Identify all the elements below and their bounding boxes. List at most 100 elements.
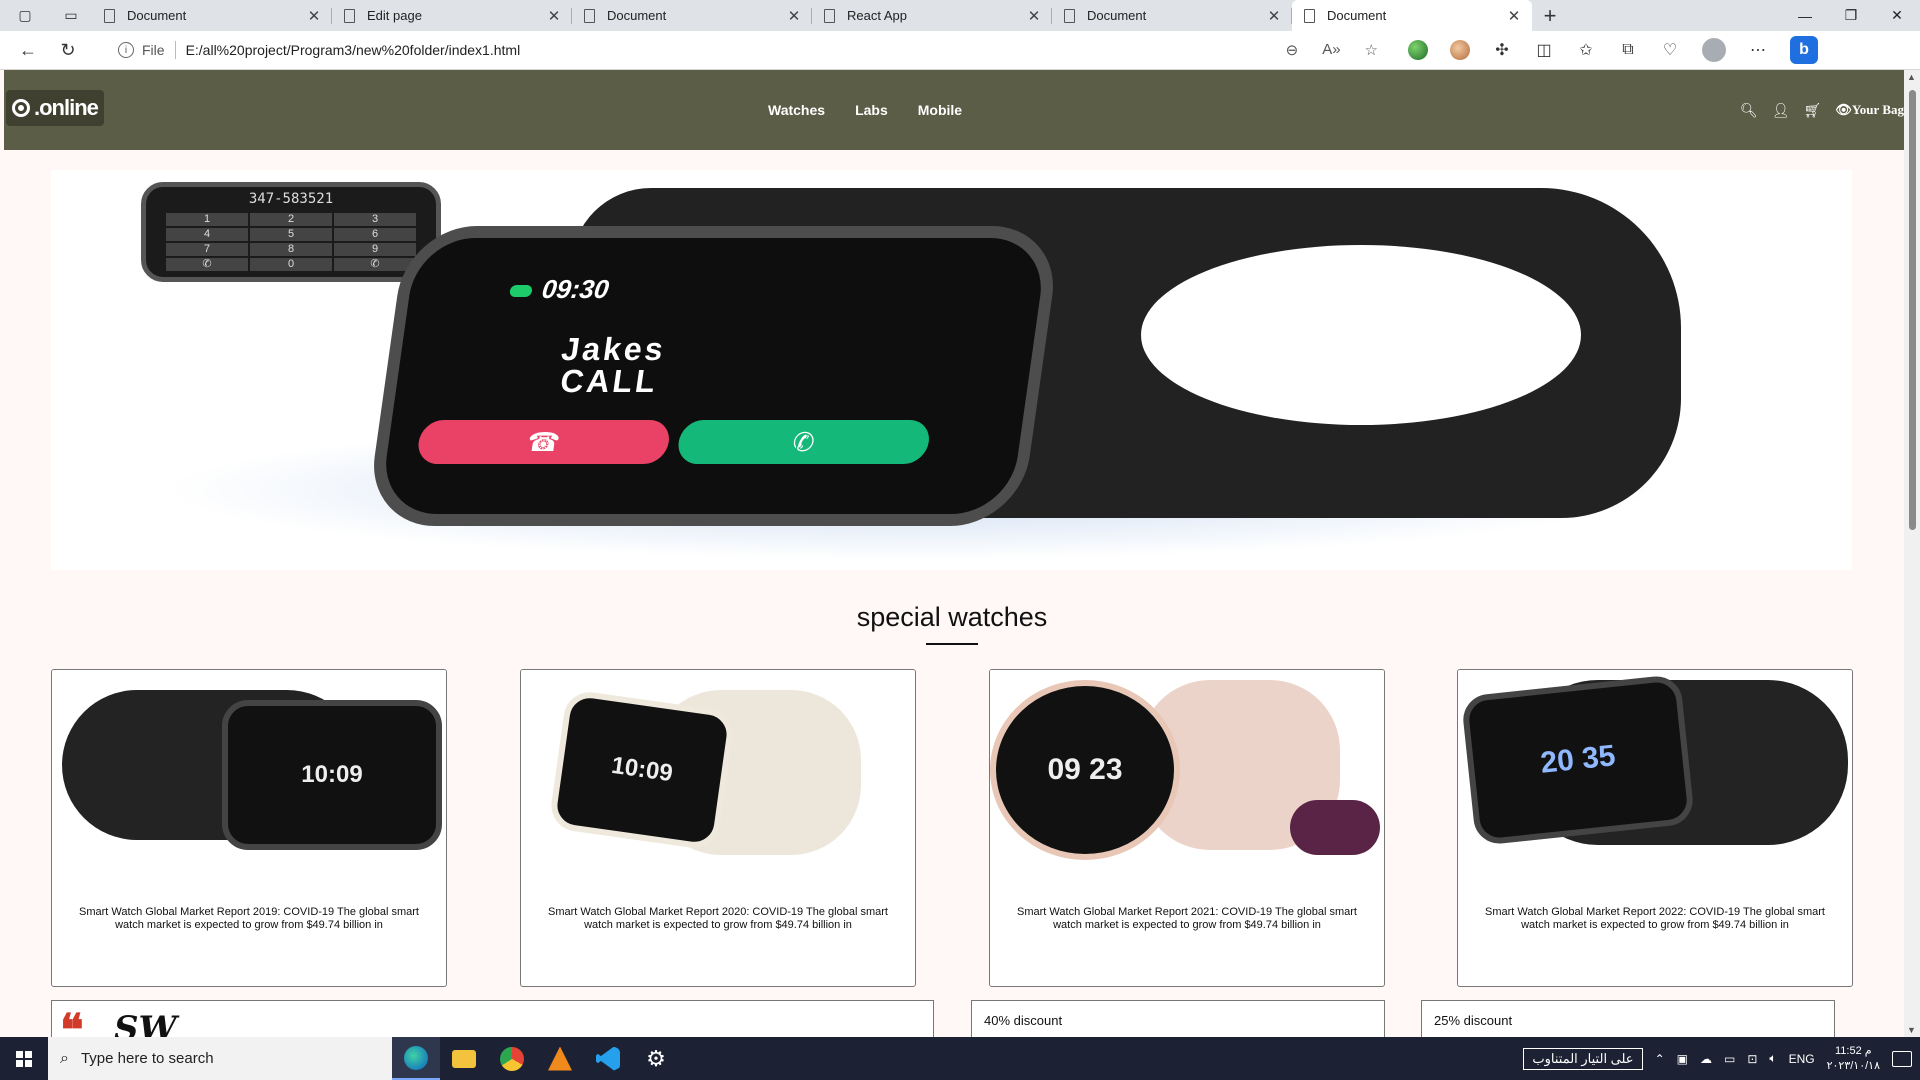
browser-tab[interactable]: React App ✕ [812, 0, 1052, 31]
tab-label: Document [607, 8, 667, 23]
watch-strap-loop [1141, 245, 1581, 425]
watch-case: 10:09 [548, 688, 736, 852]
edge-taskbar-icon[interactable] [392, 1037, 440, 1080]
discount-label: 25% discount [1434, 1013, 1513, 1028]
workspaces-icon[interactable]: ▢ [14, 5, 36, 27]
back-arrow-icon[interactable]: ← [8, 34, 48, 66]
dialed-number: 347-583521 [248, 191, 334, 207]
scrollbar-thumb[interactable] [1909, 90, 1916, 530]
window-controls: — ❐ ✕ [1782, 0, 1920, 31]
spare-strap [1290, 800, 1380, 855]
page-icon [1064, 8, 1075, 23]
search-icon: ⌕ [60, 1049, 69, 1067]
taskbar-search[interactable]: ⌕ Type here to search [48, 1037, 392, 1080]
restore-icon[interactable]: ❐ [1828, 0, 1874, 31]
cart-icon[interactable]: 🛒︎ [1804, 102, 1822, 119]
browser-essentials-icon[interactable]: ♡ [1660, 40, 1680, 60]
hero-banner: 347-583521 1 2 3 4 5 6 7 8 9 ✆ 0 ✆ 09:30… [51, 170, 1852, 570]
caller-block: Jakes CALL [555, 331, 669, 399]
product-description: Smart Watch Global Market Report 2020: C… [548, 906, 888, 931]
start-button[interactable] [0, 1037, 48, 1080]
browser-tab[interactable]: Document ✕ [92, 0, 332, 31]
onedrive-cloud-icon[interactable]: ☁ [1700, 1052, 1712, 1066]
close-tab-icon[interactable]: ✕ [306, 7, 322, 25]
more-menu-icon[interactable]: ⋯ [1748, 40, 1768, 60]
product-card[interactable]: 20 35 Smart Watch Global Market Report 2… [1457, 669, 1853, 987]
profile-avatar[interactable] [1702, 38, 1726, 62]
minimize-icon[interactable]: — [1782, 0, 1828, 31]
menu-link-labs[interactable]: Labs [855, 102, 888, 118]
close-tab-icon[interactable]: ✕ [546, 7, 562, 25]
user-icon[interactable]: 👤︎ [1772, 102, 1790, 119]
network-icon[interactable]: ⊡ [1747, 1052, 1757, 1066]
search-icon[interactable]: 🔍︎ [1740, 102, 1758, 119]
bing-copilot-icon[interactable]: b [1790, 36, 1818, 64]
product-card[interactable]: 10:09 Smart Watch Global Market Report 2… [51, 669, 447, 987]
close-window-icon[interactable]: ✕ [1874, 0, 1920, 31]
scroll-up-icon[interactable]: ▲ [1907, 72, 1916, 82]
browser-tab-strip: ▢ ▭ Document ✕ Edit page ✕ Document ✕ Re… [0, 0, 1920, 31]
browser-tab[interactable]: Document ✕ [572, 0, 812, 31]
dial-keypad: 1 2 3 4 5 6 7 8 9 ✆ 0 ✆ [166, 213, 416, 271]
product-card[interactable]: 09 23 Smart Watch Global Market Report 2… [989, 669, 1385, 987]
site-logo[interactable]: .online [6, 90, 104, 126]
menu-link-mobile[interactable]: Mobile [918, 102, 962, 118]
volume-icon[interactable]: 🔈︎ [1769, 1051, 1776, 1066]
key: 0 [250, 258, 332, 271]
close-tab-icon[interactable]: ✕ [786, 7, 802, 25]
notifications-icon[interactable] [1892, 1050, 1912, 1067]
info-icon[interactable]: i [118, 42, 134, 58]
vlc-icon[interactable] [536, 1037, 584, 1080]
file-explorer-icon[interactable] [440, 1037, 488, 1080]
chrome-icon[interactable] [488, 1037, 536, 1080]
close-tab-icon[interactable]: ✕ [1506, 7, 1522, 25]
address-bar[interactable]: i File E:/all%20project/Program3/new%20f… [118, 35, 1378, 65]
vscode-icon[interactable] [584, 1037, 632, 1080]
browser-tab[interactable]: Document ✕ [1052, 0, 1292, 31]
product-card[interactable]: 10:09 Smart Watch Global Market Report 2… [520, 669, 916, 987]
browser-tab[interactable]: Edit page ✕ [332, 0, 572, 31]
battery-icon[interactable]: ▭ [1724, 1052, 1735, 1066]
tab-actions: ▢ ▭ [0, 0, 92, 31]
favorites-icon[interactable]: ✩ [1576, 40, 1596, 60]
device-icon[interactable]: ▣ [1677, 1052, 1688, 1066]
testimonial-heading: SW [114, 1009, 177, 1037]
discount-box[interactable]: 25% discount [1421, 1000, 1835, 1037]
page-icon [824, 8, 835, 23]
page-icon [1304, 8, 1315, 23]
show-hidden-icons-icon[interactable]: ⌃ [1655, 1052, 1665, 1066]
menu-link-watches[interactable]: Watches [768, 102, 825, 118]
browser-tab-active[interactable]: Document ✕ [1292, 0, 1532, 31]
scroll-down-icon[interactable]: ▼ [1907, 1025, 1916, 1035]
url-text[interactable]: E:/all%20project/Program3/new%20folder/i… [186, 42, 521, 58]
logo-text: .online [34, 95, 99, 120]
new-tab-button[interactable]: + [1532, 0, 1568, 31]
caller-name: Jakes [559, 331, 669, 367]
favorite-star-icon[interactable]: ☆ [1365, 41, 1378, 59]
key: 1 [166, 213, 248, 226]
globe-extension-icon[interactable] [1408, 40, 1428, 60]
language-indicator[interactable]: ENG [1789, 1052, 1815, 1066]
discount-box[interactable]: 40% discount [971, 1000, 1385, 1037]
face-extension-icon[interactable] [1450, 40, 1470, 60]
your-bag-link[interactable]: 👁︎Your Bag [1835, 102, 1904, 118]
tab-label: React App [847, 8, 907, 23]
split-screen-icon[interactable]: ◫ [1534, 40, 1554, 60]
close-tab-icon[interactable]: ✕ [1266, 7, 1282, 25]
collections-icon[interactable]: ⧉ [1618, 40, 1638, 60]
product-image: 10:09 [521, 670, 915, 864]
call-label: CALL [558, 363, 661, 399]
watch-face-text: 09 23 [1047, 753, 1123, 786]
refresh-icon[interactable]: ↻ [48, 34, 88, 66]
product-description: Smart Watch Global Market Report 2021: C… [1017, 906, 1357, 931]
page-scrollbar[interactable]: ▲ ▼ [1904, 70, 1920, 1037]
zoom-out-icon[interactable]: ⊖ [1286, 41, 1299, 59]
settings-gear-icon[interactable]: ⚙ [632, 1037, 680, 1080]
close-tab-icon[interactable]: ✕ [1026, 7, 1042, 25]
read-aloud-icon[interactable]: A» [1322, 41, 1340, 59]
extensions-puzzle-icon[interactable]: ✣ [1492, 40, 1512, 60]
tab-actions-menu-icon[interactable]: ▭ [60, 5, 82, 27]
system-tray: على التيار المتناوب ⌃ ▣ ☁ ▭ ⊡ 🔈︎ ENG 11:… [1523, 1044, 1920, 1073]
taskbar-clock[interactable]: 11:52 م ٢٠٢٣/١٠/١٨ [1827, 1044, 1880, 1073]
watch-case: 09 23 [990, 680, 1180, 860]
